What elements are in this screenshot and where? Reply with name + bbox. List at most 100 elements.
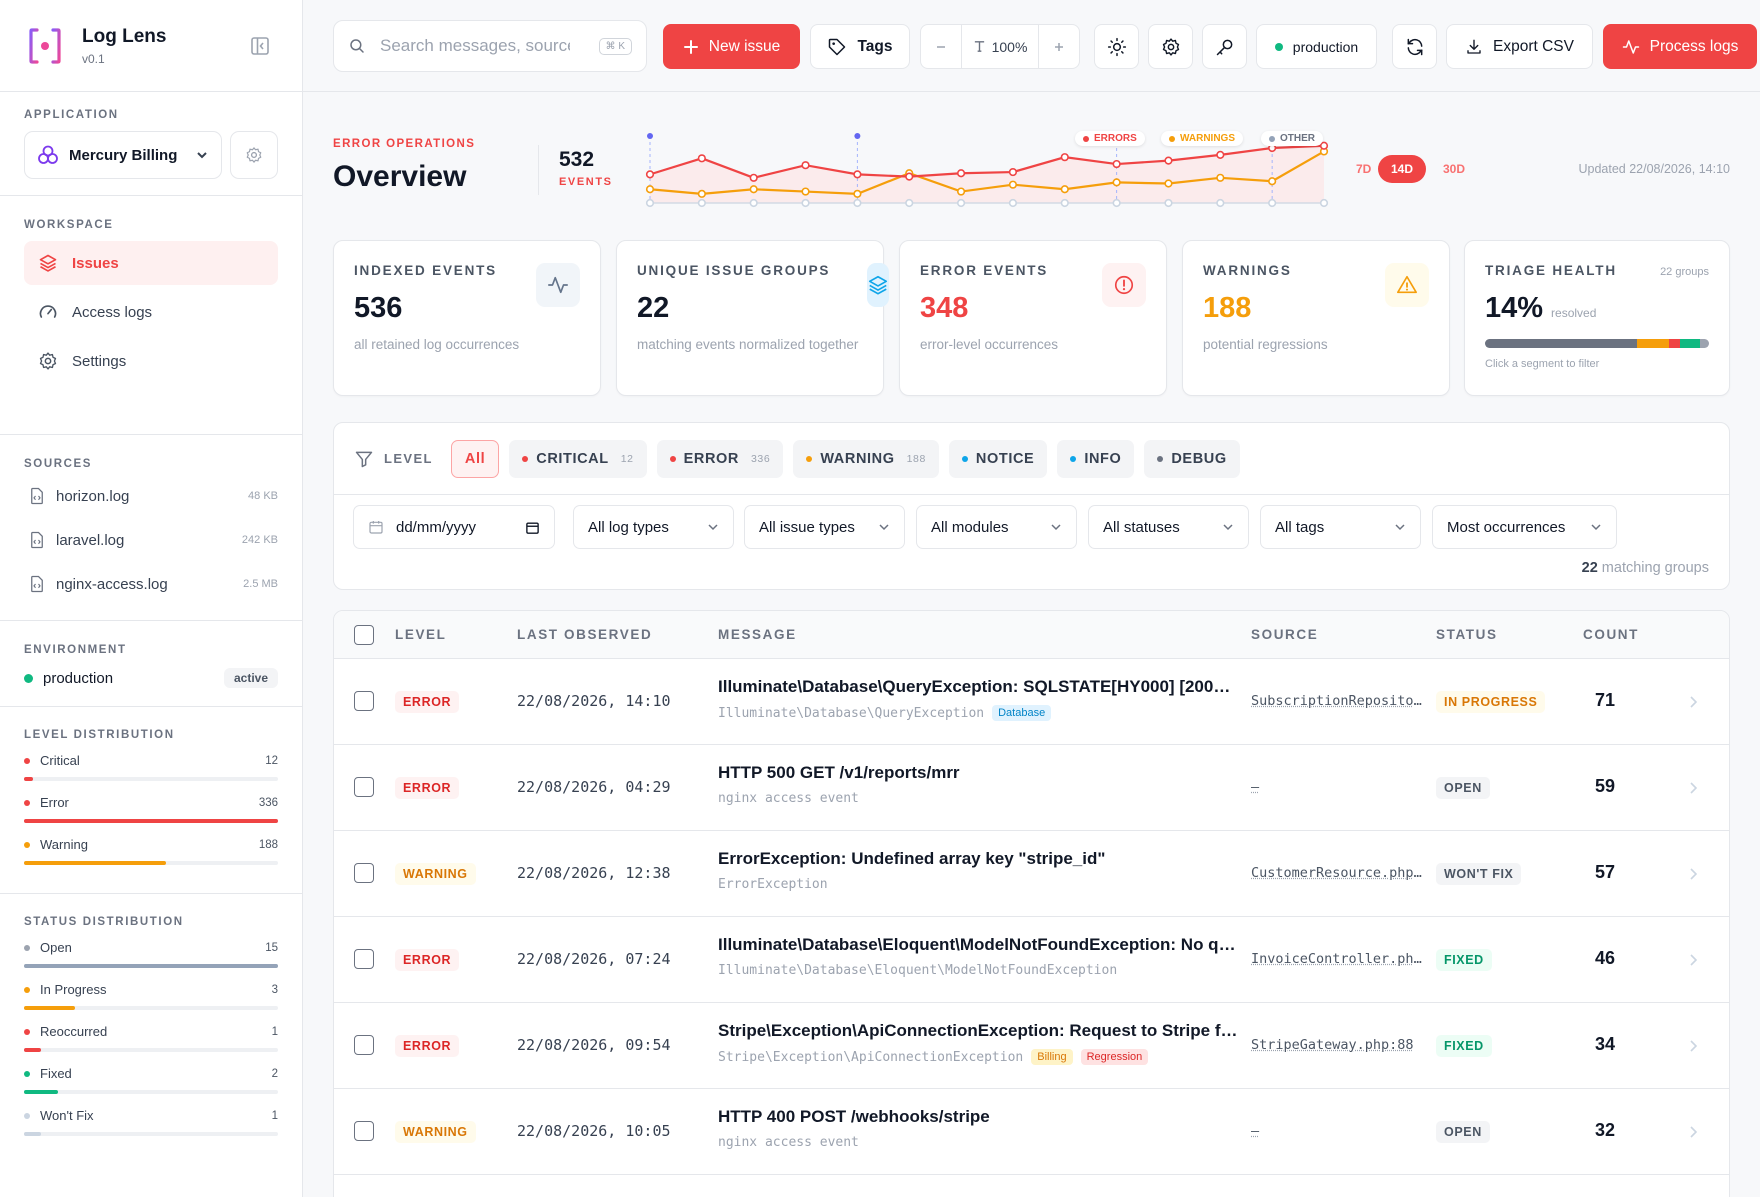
status-dist-item[interactable]: Fixed 2 <box>24 1066 278 1094</box>
status-badge[interactable]: OPEN <box>1436 777 1490 799</box>
chevron-right-icon[interactable] <box>1687 781 1699 795</box>
sidebar-item-access-logs[interactable]: Access logs <box>24 290 278 334</box>
status-dist-item[interactable]: In Progress 3 <box>24 982 278 1010</box>
filter-select[interactable]: All modules <box>916 505 1077 549</box>
chevron-right-icon[interactable] <box>1687 867 1699 881</box>
issue-message[interactable]: Illuminate\Database\QueryException: SQLS… <box>718 677 1238 697</box>
issue-message[interactable]: HTTP 400 POST /webhooks/stripe <box>718 1107 1238 1127</box>
source-link[interactable]: — <box>1251 1123 1423 1139</box>
range-14d[interactable]: 14D <box>1378 155 1427 183</box>
zoom-in-button[interactable] <box>1039 25 1079 68</box>
column-header-level[interactable]: LEVEL <box>395 627 447 642</box>
new-issue-button[interactable]: New issue <box>663 24 800 69</box>
source-item[interactable]: nginx-access.log 2.5 MB <box>24 562 278 606</box>
level-chip-notice[interactable]: NOTICE <box>948 439 1048 478</box>
table-row[interactable]: WARNING 22/08/2026, 10:05 HTTP 400 POST … <box>334 1089 1729 1175</box>
source-item[interactable]: horizon.log 48 KB <box>24 474 278 518</box>
row-checkbox[interactable] <box>354 777 374 797</box>
process-logs-button[interactable]: Process logs <box>1603 24 1757 69</box>
chevron-right-icon[interactable] <box>1687 1125 1699 1139</box>
table-row[interactable]: WARNING 22/08/2026, 12:38 ErrorException… <box>334 831 1729 917</box>
source-link[interactable]: — <box>1251 779 1423 795</box>
legend-errors[interactable]: ERRORS <box>1075 131 1145 146</box>
search-input[interactable] <box>380 36 570 56</box>
sidebar-collapse-icon[interactable] <box>250 36 270 56</box>
application-select[interactable]: Mercury Billing <box>24 131 222 179</box>
source-link[interactable]: InvoiceController.php:88 <box>1251 951 1423 967</box>
refresh-button[interactable] <box>1392 24 1437 69</box>
status-dist-item[interactable]: Won't Fix 1 <box>24 1108 278 1136</box>
issue-message[interactable]: ErrorException: Undefined array key "str… <box>718 849 1238 869</box>
column-header-status[interactable]: STATUS <box>1436 627 1498 642</box>
card-warnings[interactable]: WARNINGS 188 potential regressions <box>1182 240 1450 396</box>
date-filter-input[interactable]: dd/mm/yyyy <box>353 505 555 549</box>
status-badge[interactable]: OPEN <box>1436 1121 1490 1143</box>
issue-message[interactable]: Illuminate\Database\Eloquent\ModelNotFou… <box>718 935 1238 955</box>
status-badge[interactable]: FIXED <box>1436 1035 1492 1057</box>
level-chip-debug[interactable]: DEBUG <box>1144 439 1240 478</box>
card-error-events[interactable]: ERROR EVENTS 348 error-level occurrences <box>899 240 1167 396</box>
tags-button[interactable]: Tags <box>810 24 910 69</box>
column-header-source[interactable]: SOURCE <box>1251 627 1318 642</box>
row-checkbox[interactable] <box>354 1035 374 1055</box>
environment-button[interactable]: production <box>1256 24 1377 69</box>
issue-tag[interactable]: Regression <box>1080 1049 1149 1065</box>
triage-segment[interactable] <box>1700 339 1709 348</box>
triage-health-bar[interactable] <box>1485 339 1709 348</box>
card-unique-issue-groups[interactable]: UNIQUE ISSUE GROUPS 22 matching events n… <box>616 240 889 396</box>
issue-message[interactable]: Stripe\Exception\ApiConnectionException:… <box>718 1021 1238 1041</box>
triage-segment[interactable] <box>1485 339 1638 348</box>
legend-other[interactable]: OTHER <box>1261 131 1323 146</box>
triage-segment[interactable] <box>1637 339 1669 348</box>
triage-segment[interactable] <box>1679 339 1701 348</box>
status-badge[interactable]: WON'T FIX <box>1436 863 1522 885</box>
row-checkbox[interactable] <box>354 1121 374 1141</box>
level-dist-item[interactable]: Warning 188 <box>24 837 278 865</box>
source-link[interactable]: CustomerResource.php:57 <box>1251 865 1423 881</box>
sidebar-item-settings[interactable]: Settings <box>24 339 278 383</box>
status-dist-item[interactable]: Reoccurred 1 <box>24 1024 278 1052</box>
filter-select[interactable]: All statuses <box>1088 505 1249 549</box>
zoom-out-button[interactable] <box>921 25 961 68</box>
status-dist-item[interactable]: Open 15 <box>24 940 278 968</box>
level-chip-all[interactable]: All <box>450 439 500 478</box>
source-item[interactable]: laravel.log 242 KB <box>24 518 278 562</box>
filter-select[interactable]: All issue types <box>744 505 905 549</box>
chevron-right-icon[interactable] <box>1687 695 1699 709</box>
chevron-right-icon[interactable] <box>1687 953 1699 967</box>
range-30d[interactable]: 30D <box>1430 155 1478 183</box>
environment-row[interactable]: production active <box>24 668 278 706</box>
triage-segment[interactable] <box>1668 339 1680 348</box>
level-chip-warning[interactable]: WARNING 188 <box>793 439 939 478</box>
legend-warnings[interactable]: WARNINGS <box>1161 131 1243 146</box>
table-row[interactable]: ERROR 22/08/2026, 07:24 Illuminate\Datab… <box>334 917 1729 1003</box>
filter-select[interactable]: All tags <box>1260 505 1421 549</box>
table-row[interactable]: ERROR 22/08/2026, 04:29 HTTP 500 GET /v1… <box>334 745 1729 831</box>
table-row[interactable]: ERROR 22/08/2026, 09:54 Stripe\Exception… <box>334 1003 1729 1089</box>
row-checkbox[interactable] <box>354 949 374 969</box>
level-chip-info[interactable]: INFO <box>1057 439 1135 478</box>
level-dist-item[interactable]: Critical 12 <box>24 753 278 781</box>
row-checkbox[interactable] <box>354 863 374 883</box>
card-indexed-events[interactable]: INDEXED EVENTS 536 all retained log occu… <box>333 240 601 396</box>
card-triage-health[interactable]: TRIAGE HEALTH 22 groups 14% resolved Cli… <box>1464 240 1730 396</box>
column-header-last-observed[interactable]: LAST OBSERVED <box>517 627 652 642</box>
source-link[interactable]: SubscriptionRepository.php:142 <box>1251 693 1423 709</box>
issue-message[interactable]: HTTP 500 GET /v1/reports/mrr <box>718 763 1238 783</box>
select-all-checkbox[interactable] <box>354 625 374 645</box>
chevron-right-icon[interactable] <box>1687 1039 1699 1053</box>
column-header-message[interactable]: MESSAGE <box>718 627 797 642</box>
status-badge[interactable]: FIXED <box>1436 949 1492 971</box>
search-box[interactable]: ⌘ K <box>333 20 647 72</box>
row-checkbox[interactable] <box>354 691 374 711</box>
filter-select[interactable]: Most occurrences <box>1432 505 1617 549</box>
level-dist-item[interactable]: Error 336 <box>24 795 278 823</box>
level-chip-critical[interactable]: CRITICAL 12 <box>509 439 647 478</box>
theme-toggle-button[interactable] <box>1094 24 1139 69</box>
calendar-picker-icon[interactable] <box>525 520 540 535</box>
table-row[interactable]: ERROR 22/08/2026, 14:10 Illuminate\Datab… <box>334 659 1729 745</box>
api-keys-button[interactable] <box>1202 24 1247 69</box>
column-header-count[interactable]: COUNT <box>1583 627 1639 642</box>
level-chip-error[interactable]: ERROR 336 <box>656 439 784 478</box>
filter-select[interactable]: All log types <box>573 505 734 549</box>
